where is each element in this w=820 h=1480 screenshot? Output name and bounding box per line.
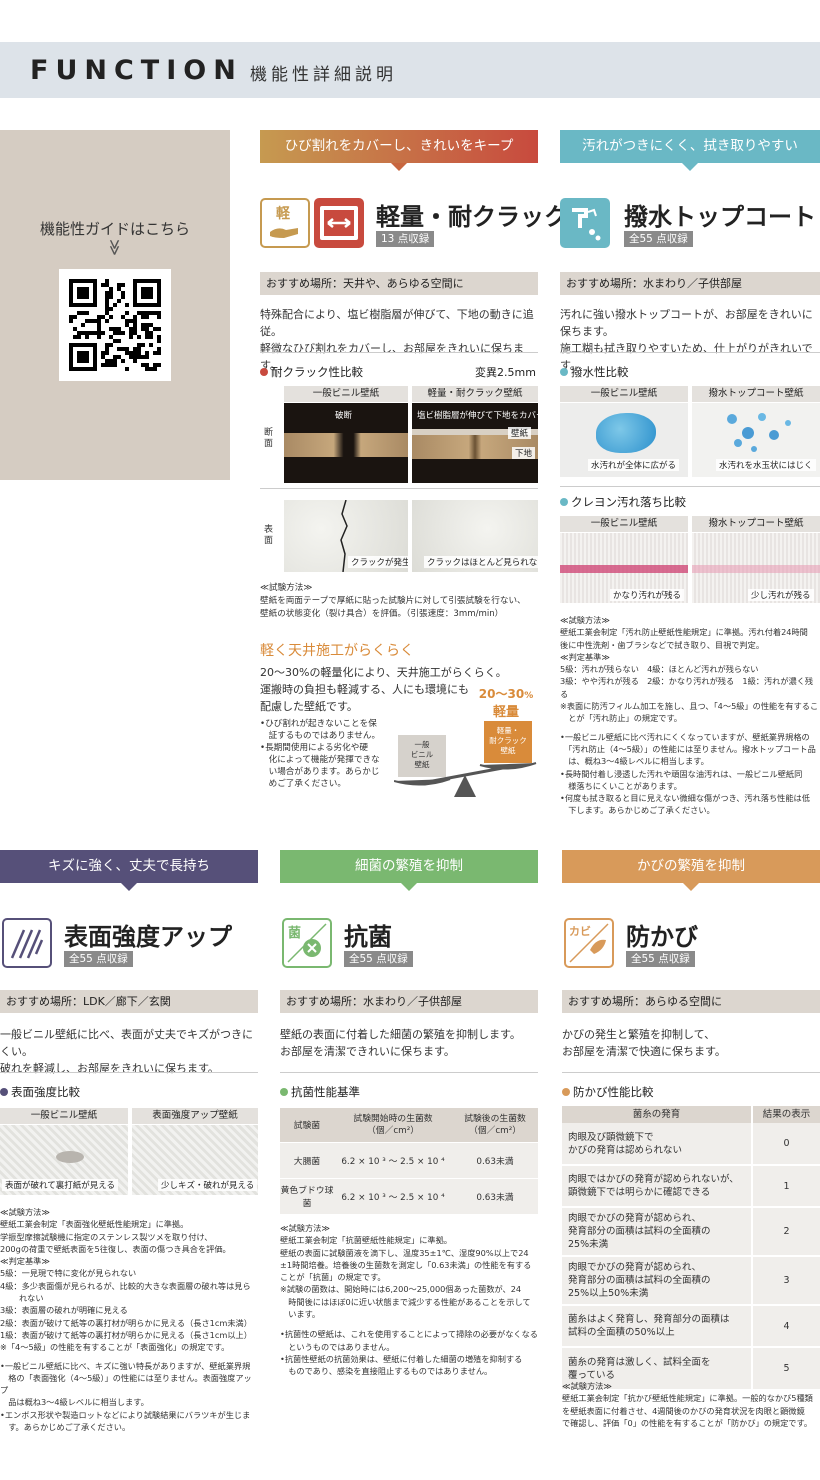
antimold-table: 菌糸の発育 結果の表示 肉眼及び顕微鏡下で かびの発育は認められない 0 肉眼ではかび…	[562, 1106, 820, 1389]
caution-notes: •ひび割れが起きないことを保 証するものではありません。 •長期間使用による劣化や…	[260, 719, 381, 789]
row-label: 断面	[264, 428, 274, 449]
table-title: 防かび性能比較	[562, 1084, 654, 1100]
qr-code[interactable]	[59, 269, 171, 381]
section-antibacterial: 細菌の繁殖を抑制 菌 抗菌 全55 点収録 おすすめ場所：水まわり／子供部屋 壁…	[280, 850, 538, 1410]
section-water-repellent: 汚れがつきにくく、拭き取りやすい 撥水トップコート 全55 点収録 おすすめ場所…	[560, 130, 820, 820]
test-method: ≪試験方法≫ 壁紙工業会制定「抗菌壁紙性能規定」に準拠。 壁紙の表面に試験菌液を滴下…	[280, 1223, 538, 1377]
water-tap-icon	[560, 198, 610, 248]
cross-section-photo: 破断	[284, 403, 408, 483]
bacteria-icon: 菌	[282, 918, 332, 968]
qr-code-icon	[69, 279, 161, 371]
section-antimold: かびの繁殖を抑制 カビ 防かび 全55 点収録 おすすめ場所：あらゆる空間に か…	[562, 850, 820, 1440]
scale-illustration: 20～30% 軽量 軽量・ 耐クラック 壁紙 一般 ビニル 壁紙	[394, 685, 538, 810]
compare-note: 変異2.5mm	[475, 366, 536, 379]
chevron-down-icon: ≫	[105, 239, 125, 256]
column-label: 撥水トップコート壁紙	[692, 516, 820, 532]
divider	[0, 1072, 258, 1073]
compare-title: クレヨン汚れ落ち比較	[560, 494, 686, 510]
expand-arrows-icon	[314, 198, 364, 248]
surface-photo: 少しキズ・破れが見える	[132, 1125, 258, 1195]
recommended-place: おすすめ場所：水まわり／子供部屋	[280, 990, 538, 1013]
crayon-photo: 少し汚れが残る	[692, 533, 820, 603]
table-row: 肉眼及び顕微鏡下で かびの発育は認められない 0	[562, 1123, 820, 1165]
feature-description: かびの発生と繁殖を抑制して、 お部屋を清潔で快適に保ちます。	[562, 1028, 726, 1058]
column-label: 撥水トップコート壁紙	[692, 386, 820, 402]
feature-title: 撥水トップコート	[624, 203, 816, 231]
test-method: ≪試験方法≫ 壁紙を両面テープで厚紙に貼った試験片に対して引張試験を行ない、 壁紙の…	[260, 583, 526, 619]
count-badge: 全55 点収録	[344, 951, 413, 967]
column-label: 一般ビニル壁紙	[560, 386, 688, 402]
water-spread-photo: 水汚れが全体に広がる	[560, 403, 688, 477]
count-badge: 全55 点収録	[624, 231, 693, 247]
antibacterial-table: 試験菌 試験開始時の生菌数 （個／cm²） 試験後の生菌数 （個／cm²） 大腸菌 6…	[280, 1108, 538, 1215]
section-banner: 汚れがつきにくく、拭き取りやすい	[560, 130, 820, 171]
test-method: ≪試験方法≫ 壁紙工業会制定「汚れ防止壁紙性能規定」に準拠。汚れ付着24時間 後に中…	[560, 615, 819, 816]
table-row: 肉眼でかびの発育が認められ、 発育部分の面積は試料の全面積の 25%以上50%未満 3	[562, 1256, 820, 1305]
section-banner: キズに強く、丈夫で長持ち	[0, 850, 258, 891]
page-header: FUNCTION 機能性詳細説明	[0, 42, 820, 98]
section-light-crack: ひび割れをカバーし、きれいをキープ 軽 軽量・耐クラック 13 点収録 おすすめ…	[260, 130, 568, 810]
table-row: 肉眼でかびの発育が認められ、 発育部分の面積は試料の全面積の 25%未満 2	[562, 1207, 820, 1256]
test-method: ≪試験方法≫ 壁紙工業会制定「抗かび壁紙性能規定」に準拠。一般的なかび5種類 を壁紙…	[562, 1381, 813, 1428]
recommended-place: おすすめ場所：水まわり／子供部屋	[560, 272, 820, 295]
section-banner: かびの繁殖を抑制	[562, 850, 820, 891]
divider	[560, 486, 820, 487]
divider	[280, 1072, 538, 1073]
surface-photo: クラックが発生	[284, 500, 408, 572]
surface-photo: 表面が破れて裏打紙が見える	[0, 1125, 128, 1195]
recommended-place: おすすめ場所：あらゆる空間に	[562, 990, 820, 1013]
feature-title: 軽量・耐クラック	[376, 203, 568, 231]
cross-section-photo: 塩ビ樹脂層が伸びて下地をカバー 壁紙 下地	[412, 403, 538, 483]
header-title: FUNCTION	[30, 55, 243, 86]
compare-title: 撥水性比較	[560, 364, 629, 380]
test-method: ≪試験方法≫ 壁紙工業会制定「表面強化壁紙性能規定」に準拠。 学振型摩擦試験機に指定…	[0, 1207, 252, 1433]
section-surface-strength: キズに強く、丈夫で長持ち 表面強度アップ 全55 点収録 おすすめ場所：LDK／…	[0, 850, 258, 1450]
guide-panel: 機能性ガイドはこちら ≫	[0, 130, 230, 480]
column-label: 一般ビニル壁紙	[560, 516, 688, 532]
compare-title: 耐クラック性比較	[260, 364, 363, 380]
guide-text: 機能性ガイドはこちら	[39, 220, 190, 238]
scratch-icon	[2, 918, 52, 968]
table-row: 菌糸はよく発育し、発育部分の面積は 試料の全面積の50%以上 4	[562, 1305, 820, 1347]
crayon-photo: かなり汚れが残る	[560, 533, 688, 603]
sub-title: 軽く天井施工がらくらく	[260, 643, 414, 659]
count-badge: 全55 点収録	[626, 951, 695, 967]
feature-title: 抗菌	[344, 923, 392, 951]
divider	[260, 488, 538, 489]
table-row: 大腸菌 6.2 × 10 ³ ～ 2.5 × 10 ⁴ 0.63未満	[280, 1142, 538, 1179]
feature-description: 壁紙の表面に付着した細菌の繁殖を抑制します。 お部屋を清潔できれいに保ちます。	[280, 1028, 521, 1058]
divider	[260, 352, 538, 353]
feature-title: 防かび	[626, 923, 698, 951]
count-badge: 13 点収録	[376, 231, 435, 247]
light-weight-icon: 軽	[260, 198, 310, 248]
recommended-place: おすすめ場所：天井や、あらゆる空間に	[260, 272, 538, 295]
recommended-place: おすすめ場所：LDK／廊下／玄関	[0, 990, 258, 1013]
row-label: 表面	[264, 525, 274, 546]
compare-title: 表面強度比較	[0, 1084, 80, 1100]
section-banner: 細菌の繁殖を抑制	[280, 850, 538, 891]
header-subtitle: 機能性詳細説明	[250, 65, 397, 85]
column-label: 表面強度アップ壁紙	[132, 1108, 258, 1124]
mold-icon: カビ	[564, 918, 614, 968]
column-label: 軽量・耐クラック壁紙	[412, 386, 538, 402]
column-label: 一般ビニル壁紙	[284, 386, 408, 402]
table-title: 抗菌性能基準	[280, 1084, 360, 1100]
water-bead-photo: 水汚れを水玉状にはじく	[692, 403, 820, 477]
divider	[562, 1072, 820, 1073]
table-row: 肉眼ではかびの発育が認められないが、 顕微鏡下では明らかに確認できる 1	[562, 1165, 820, 1207]
column-label: 一般ビニル壁紙	[0, 1108, 128, 1124]
table-row: 黄色ブドウ球菌 6.2 × 10 ³ ～ 2.5 × 10 ⁴ 0.63未満	[280, 1178, 538, 1215]
section-banner: ひび割れをカバーし、きれいをキープ	[260, 130, 538, 171]
feature-title: 表面強度アップ	[64, 923, 232, 951]
divider	[560, 352, 820, 353]
count-badge: 全55 点収録	[64, 951, 133, 967]
surface-photo: クラックはほとんど見られない	[412, 500, 538, 572]
feature-description: 一般ビニル壁紙に比べ、表面が丈夫でキズがつきにくい。 破れを軽減し、お部屋をきれい…	[0, 1028, 253, 1075]
